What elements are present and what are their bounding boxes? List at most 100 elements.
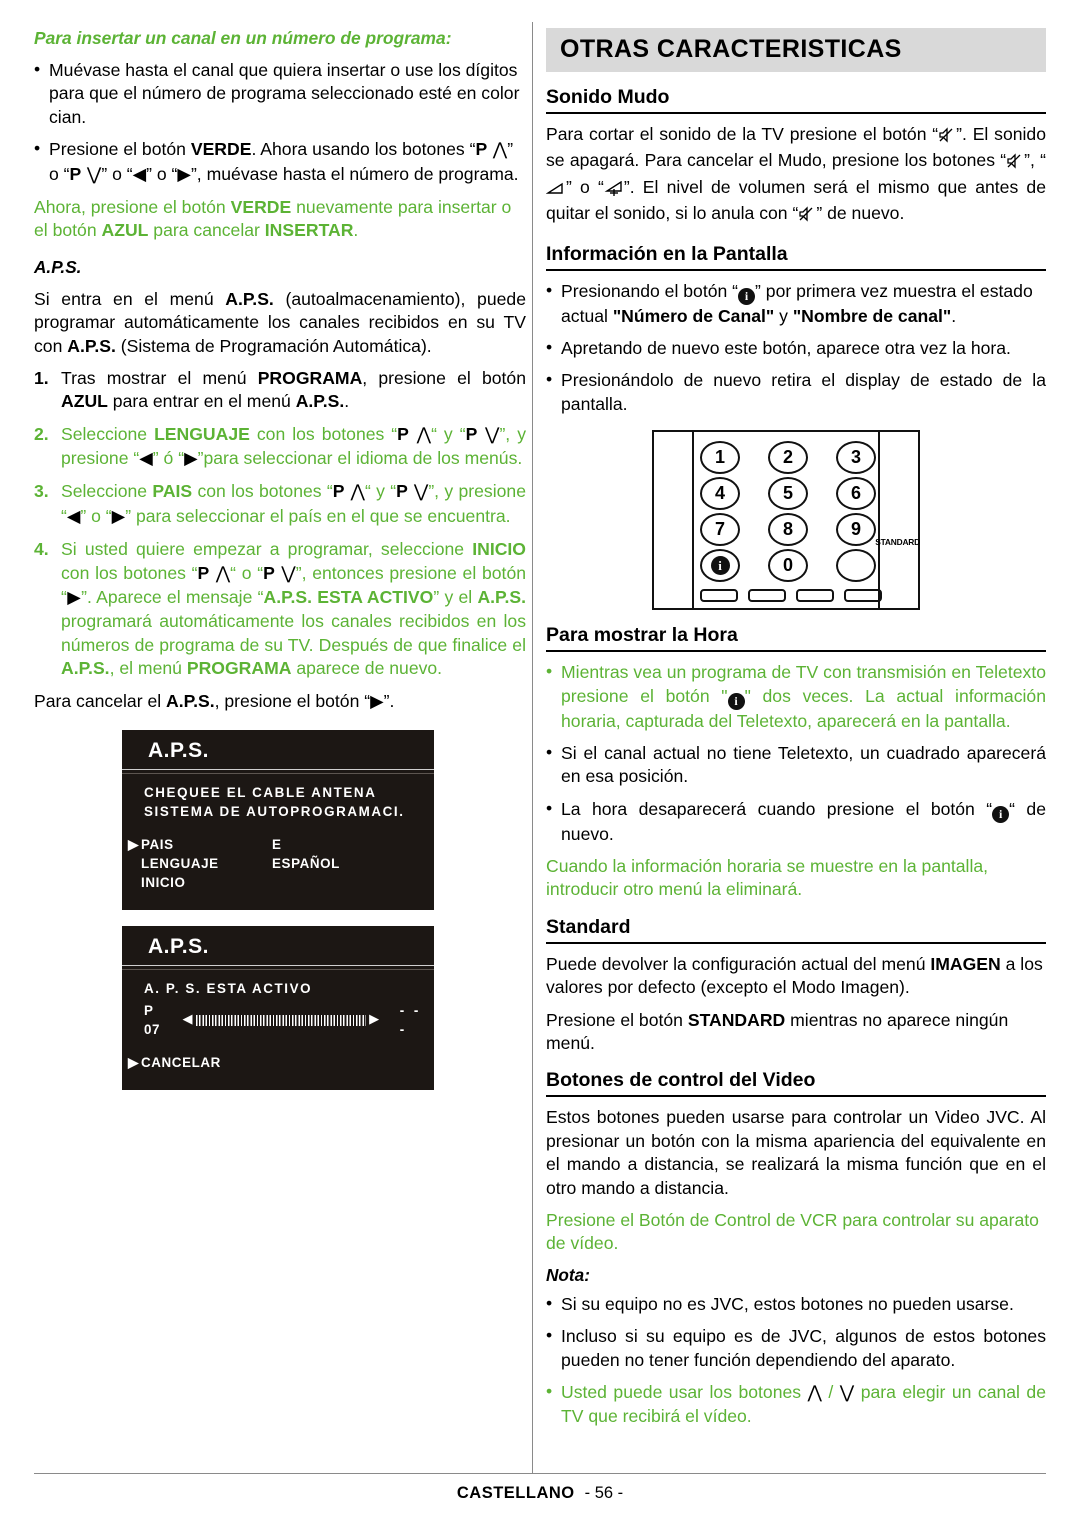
osd-title: A.P.S. bbox=[148, 738, 209, 762]
volume-up-icon bbox=[604, 179, 624, 202]
insert-channel-heading: Para insertar un canal en un número de p… bbox=[34, 28, 452, 48]
info-bullet-2: Apretando de nuevo este botón, aparece o… bbox=[546, 336, 1046, 360]
key-6[interactable]: 6 bbox=[836, 477, 876, 511]
soft-button-4[interactable] bbox=[844, 589, 882, 603]
soft-button-3[interactable] bbox=[796, 589, 834, 603]
aps-step-4: 4. Si usted quiere empezar a programar, s… bbox=[34, 539, 527, 679]
heading-standard: Standard bbox=[546, 915, 631, 938]
key-7[interactable]: 7 bbox=[700, 513, 740, 547]
aps-step-2: 2. Seleccione LENGUAJE con los botones “P… bbox=[34, 423, 526, 470]
chevron-up-icon: ⋀ bbox=[807, 1382, 822, 1403]
triangle-right-icon: ▶ bbox=[369, 1011, 380, 1027]
triangle-left-icon: ◀ bbox=[66, 506, 81, 527]
key-4[interactable]: 4 bbox=[700, 477, 740, 511]
heading-informacion-pantalla: Información en la Pantalla bbox=[546, 242, 788, 265]
soft-button-1[interactable] bbox=[700, 589, 738, 603]
heading-botones-video: Botones de control del Video bbox=[546, 1069, 816, 1092]
left-column: Para insertar un canal en un número de p… bbox=[34, 28, 527, 1091]
page-footer: CASTELLANO - 56 - bbox=[0, 1484, 1080, 1503]
osd-key: CANCELAR bbox=[141, 1055, 221, 1071]
triangle-right-icon: ▶ bbox=[370, 691, 384, 712]
osd-active-message: A. P. S. ESTA ACTIVO bbox=[144, 981, 313, 997]
nota-bullet-2: Incluso si su equipo es de JVC, algunos … bbox=[546, 1324, 1046, 1372]
osd-line-2: SISTEMA DE AUTOPROGRAMACI. bbox=[144, 804, 405, 820]
keypad: 1 2 3 4 5 6 7 8 9 i 0 bbox=[700, 441, 876, 585]
keypad-row: 1 2 3 bbox=[700, 441, 876, 475]
footer-divider bbox=[34, 1473, 1046, 1474]
key-8[interactable]: 8 bbox=[768, 513, 808, 547]
insert-bullet-1-text: Muévase hasta el canal que quiera insert… bbox=[49, 60, 520, 127]
remote-left-edge-line bbox=[692, 430, 695, 611]
osd-line-1: CHEQUEE EL CABLE ANTENA bbox=[144, 784, 377, 800]
triangle-left-icon: ◀ bbox=[139, 449, 153, 470]
triangle-right-icon: ▶ bbox=[177, 164, 191, 185]
keypad-row: 7 8 9 bbox=[700, 513, 876, 547]
aps-cancel-paragraph: Para cancelar el A.P.S., presione el bot… bbox=[34, 690, 395, 712]
color-button-row bbox=[700, 589, 882, 603]
volume-down-icon bbox=[545, 179, 566, 202]
chevron-up-icon: ⋀ bbox=[408, 424, 432, 445]
key-5[interactable]: 5 bbox=[768, 477, 808, 511]
sonido-mudo-paragraph: Para cortar el sonido de la TV presione … bbox=[545, 123, 1046, 229]
keypad-row: 4 5 6 bbox=[700, 477, 876, 511]
info-icon: i bbox=[738, 287, 756, 305]
manual-page: Para insertar un canal en un número de p… bbox=[0, 0, 1080, 1528]
chevron-up-icon: ⋀ bbox=[344, 482, 365, 503]
key-info[interactable]: i bbox=[700, 549, 740, 583]
standard-key-label: STANDARD bbox=[875, 537, 920, 548]
info-bullet-3: Presionándolo de nuevo retira el display… bbox=[546, 368, 1046, 416]
caret-right-icon: ▶ bbox=[128, 837, 139, 853]
osd-row-lenguaje: LENGUAJE ESPAÑOL bbox=[141, 854, 434, 873]
aps-intro-paragraph: Si entra en el menú A.P.S. (autoalmacena… bbox=[34, 288, 526, 356]
triangle-right-icon: ▶ bbox=[66, 588, 82, 609]
mute-icon bbox=[1006, 152, 1024, 175]
soft-button-2[interactable] bbox=[748, 589, 786, 603]
aps-menu-screenshot-1: A.P.S. CHEQUEE EL CABLE ANTENA SISTEMA D… bbox=[122, 729, 434, 911]
heading-sonido-mudo: Sonido Mudo bbox=[546, 86, 670, 108]
chevron-down-icon: ⋁ bbox=[274, 563, 296, 584]
aps-menu-screenshot-2: A.P.S. A. P. S. ESTA ACTIVO P 07 ◀ ▶ - -… bbox=[122, 926, 434, 1091]
osd-value: ESPAÑOL bbox=[272, 856, 340, 872]
footer-page-number: - 56 - bbox=[584, 1484, 624, 1502]
key-1[interactable]: 1 bbox=[700, 441, 740, 475]
footer-language: CASTELLANO bbox=[456, 1484, 575, 1502]
mute-icon bbox=[938, 126, 956, 149]
caret-right-icon: ▶ bbox=[128, 1055, 139, 1071]
remote-keypad-figure: 1 2 3 4 5 6 7 8 9 i 0 STANDARD bbox=[652, 430, 920, 611]
osd-key: PAIS bbox=[141, 837, 174, 853]
aps-step-3: 3. Seleccione PAIS con los botones “P ⋀“ … bbox=[34, 481, 526, 527]
hora-bullet-1: Mientras vea un programa de TV con trans… bbox=[546, 660, 1046, 733]
osd-key: INICIO bbox=[141, 875, 186, 891]
key-2[interactable]: 2 bbox=[768, 441, 808, 475]
chevron-up-icon: ⋀ bbox=[209, 563, 231, 584]
standard-paragraph-1: Puede devolver la configuración actual d… bbox=[546, 953, 1043, 998]
column-divider bbox=[532, 22, 533, 1474]
key-standard[interactable] bbox=[836, 549, 876, 583]
info-bullet-1: Presionando el botón “i” por primera vez… bbox=[546, 279, 1046, 328]
remote-right-edge-line bbox=[877, 430, 880, 611]
chevron-up-icon: ⋀ bbox=[487, 140, 508, 161]
osd-value: E bbox=[272, 837, 282, 853]
osd-title: A.P.S. bbox=[148, 935, 209, 959]
aps-subheading: A.P.S. bbox=[34, 256, 82, 277]
key-3[interactable]: 3 bbox=[836, 441, 876, 475]
heading-mostrar-hora: Para mostrar la Hora bbox=[546, 624, 738, 647]
key-0[interactable]: 0 bbox=[768, 549, 808, 583]
osd-dots: - - - bbox=[399, 1003, 422, 1038]
osd-body: A. P. S. ESTA ACTIVO P 07 ◀ ▶ - - - ▶ CAN… bbox=[122, 979, 434, 1090]
triangle-left-icon: ◀ bbox=[182, 1011, 194, 1027]
chevron-down-icon: ⋁ bbox=[81, 164, 102, 185]
triangle-right-icon: ▶ bbox=[111, 506, 126, 527]
chevron-down-icon: ⋁ bbox=[839, 1382, 855, 1403]
osd-row-inicio: INICIO bbox=[141, 873, 434, 892]
standard-paragraph-2: Presione el botón STANDARD mientras no a… bbox=[546, 1009, 1009, 1054]
chevron-down-icon: ⋁ bbox=[477, 424, 500, 445]
key-9[interactable]: 9 bbox=[836, 513, 876, 547]
hora-green-note: Cuando la información horaria se muestre… bbox=[546, 856, 989, 900]
nota-bullet-3: Usted puede usar los botones ⋀ / ⋁ para … bbox=[546, 1380, 1046, 1429]
hora-bullet-3: La hora desaparecerá cuando presione el … bbox=[546, 797, 1046, 846]
insert-bullet-2: Presione el botón VERDE. Ahora usando lo… bbox=[34, 137, 526, 187]
aps-step-1: 1. Tras mostrar el menú PROGRAMA, presion… bbox=[34, 367, 526, 412]
info-icon: i bbox=[710, 556, 730, 576]
triangle-right-icon: ▶ bbox=[184, 449, 198, 470]
